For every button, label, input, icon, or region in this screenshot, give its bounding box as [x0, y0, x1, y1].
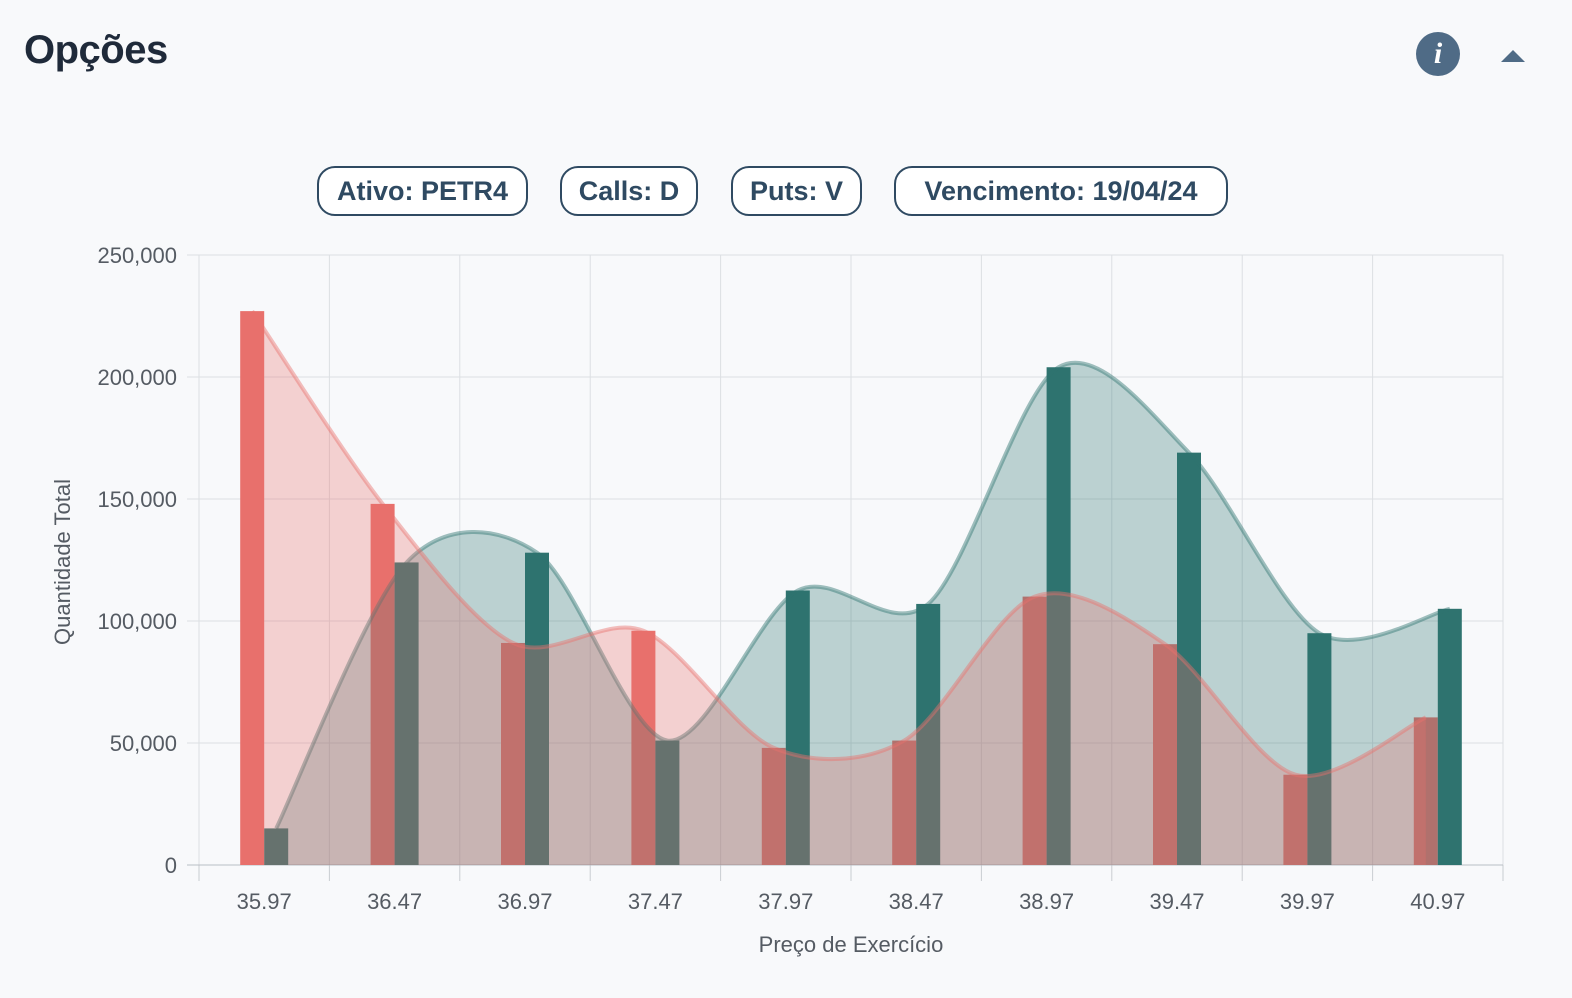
x-axis-title: Preço de Exercício: [759, 932, 944, 957]
y-tick-label: 250,000: [97, 243, 177, 268]
x-tick-label: 35.97: [237, 889, 292, 914]
x-tick-label: 37.47: [628, 889, 683, 914]
x-tick-label: 38.97: [1019, 889, 1074, 914]
x-tick-label: 36.47: [367, 889, 422, 914]
y-tick-label: 100,000: [97, 609, 177, 634]
x-tick-label: 39.97: [1280, 889, 1335, 914]
y-tick-label: 200,000: [97, 365, 177, 390]
options-chart: 0 50,000 100,000 150,000 200,000 250,000 35.97…: [50, 243, 1504, 957]
y-axis-title: Quantidade Total: [50, 479, 75, 645]
x-tick-label: 36.97: [497, 889, 552, 914]
x-tick-label: 39.47: [1149, 889, 1204, 914]
x-tick-label: 37.97: [758, 889, 813, 914]
y-tick-label: 0: [165, 853, 177, 878]
y-tick-label: 50,000: [110, 731, 177, 756]
x-tick-label: 38.47: [889, 889, 944, 914]
y-tick-label: 150,000: [97, 487, 177, 512]
x-tick-label: 40.97: [1410, 889, 1465, 914]
